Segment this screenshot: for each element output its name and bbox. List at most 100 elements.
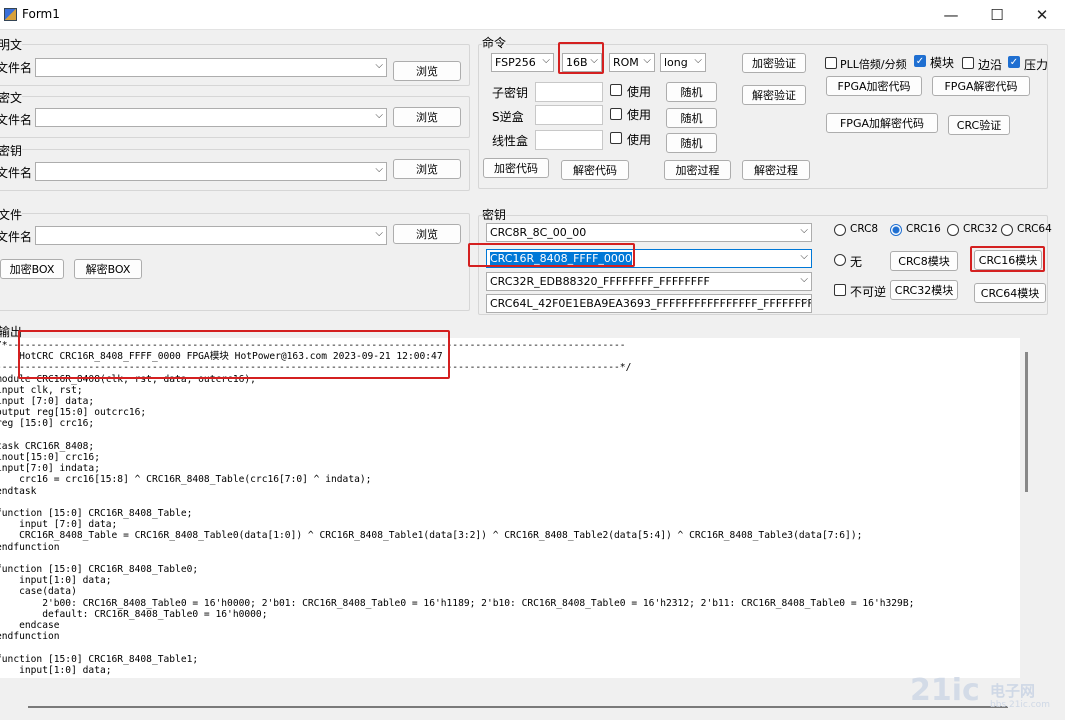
output-line: /*--------------------------------------… xyxy=(0,340,626,351)
decrypt-box-button[interactable]: 解密BOX xyxy=(74,259,142,279)
output-line: input[1:0] data; xyxy=(0,575,112,587)
output-line: 2'b00: CRC16R_8408_Table0 = 16'h0000; 2'… xyxy=(0,597,915,609)
subkey-use-checkbox[interactable] xyxy=(610,84,622,96)
output-line: input[1:0] data; xyxy=(0,664,112,676)
plain-file-combo[interactable]: ⌵ xyxy=(35,58,387,77)
crc32-select[interactable]: CRC32R_EDB88320_FFFFFFFF_FFFFFFFF ⌵ xyxy=(486,272,812,291)
keyfile-file-combo[interactable]: ⌵ xyxy=(35,162,387,181)
crc16-module-button[interactable]: CRC16模块 xyxy=(974,250,1042,270)
title-bar: Form1 — ☐ ✕ xyxy=(0,0,1065,30)
enc-proc-button[interactable]: 加密过程 xyxy=(664,160,731,180)
file-file-combo[interactable]: ⌵ xyxy=(35,226,387,245)
maximize-button[interactable]: ☐ xyxy=(974,0,1020,30)
size-select[interactable]: 16B ⌵ xyxy=(562,53,602,72)
fpga-enc-button[interactable]: FPGA加密代码 xyxy=(826,76,922,96)
len-select[interactable]: long ⌵ xyxy=(660,53,706,72)
output-line: function [15:0] CRC16R_8408_Table1; xyxy=(0,653,199,665)
cipher-file-combo[interactable]: ⌵ xyxy=(35,108,387,127)
crc64-radio[interactable] xyxy=(1001,224,1013,236)
crc16-radio-label: CRC16 xyxy=(906,223,941,235)
bottom-scrollbar[interactable] xyxy=(28,706,1008,708)
subkey-label: 子密钥 xyxy=(492,86,529,100)
crc8-value: CRC8R_8C_00_00 xyxy=(490,226,587,239)
keyfile-group-title: 密钥 xyxy=(0,142,23,159)
output-line: input[7:0] indata; xyxy=(0,463,100,475)
dec-code-button[interactable]: 解密代码 xyxy=(561,160,629,180)
output-line: input clk, rst; xyxy=(0,384,83,396)
crc-verify-button[interactable]: CRC验证 xyxy=(948,115,1010,135)
encrypt-box-button[interactable]: 加密BOX xyxy=(0,259,64,279)
mem-value: ROM xyxy=(613,56,639,69)
crc8-select[interactable]: CRC8R_8C_00_00 ⌵ xyxy=(486,223,812,242)
cipher-browse-button[interactable]: 浏览 xyxy=(393,107,461,127)
close-button[interactable]: ✕ xyxy=(1019,0,1065,30)
fpga-encdec-button[interactable]: FPGA加解密代码 xyxy=(826,113,938,133)
pressure-checkbox[interactable]: ✓ xyxy=(1008,56,1020,68)
mem-select[interactable]: ROM ⌵ xyxy=(609,53,655,72)
plain-group-title: 明文 xyxy=(0,36,23,53)
irreversible-checkbox[interactable] xyxy=(834,284,846,296)
plain-browse-button[interactable]: 浏览 xyxy=(393,61,461,81)
algo-select[interactable]: FSP256 ⌵ xyxy=(491,53,554,72)
sbox-random-button[interactable]: 随机 xyxy=(666,108,717,128)
window-title: Form1 xyxy=(22,7,60,21)
crc16-value: CRC16R_8408_FFFF_0000 xyxy=(490,252,632,265)
output-textbox[interactable]: /*--------------------------------------… xyxy=(0,338,1020,678)
subkey-random-button[interactable]: 随机 xyxy=(666,82,717,102)
chevron-down-icon: ⌵ xyxy=(375,110,383,121)
output-line: CRC16R_8408_Table = CRC16R_8408_Table0(d… xyxy=(0,530,863,542)
edge-checkbox[interactable] xyxy=(962,57,974,69)
output-line: endfunction xyxy=(0,541,60,553)
cipher-group-title: 密文 xyxy=(0,89,23,106)
pll-label: PLL倍频/分频 xyxy=(840,58,907,71)
linbox-random-button[interactable]: 随机 xyxy=(666,133,717,153)
module-checkbox[interactable]: ✓ xyxy=(914,55,926,67)
sbox-use-checkbox[interactable] xyxy=(610,108,622,120)
chevron-down-icon: ⌵ xyxy=(800,296,808,307)
output-line: input [7:0] data; xyxy=(0,519,118,531)
chevron-down-icon: ⌵ xyxy=(375,164,383,175)
subkey-use-label: 使用 xyxy=(627,85,652,99)
output-line: reg [15:0] crc16; xyxy=(0,418,95,430)
crc8-module-button[interactable]: CRC8模块 xyxy=(890,251,958,271)
output-scrollbar[interactable] xyxy=(1025,352,1028,492)
output-line: input [7:0] data; xyxy=(0,396,95,408)
crc32-module-button[interactable]: CRC32模块 xyxy=(890,280,958,300)
cipher-file-label: 文件名 xyxy=(0,113,33,127)
crc16-radio[interactable] xyxy=(890,224,902,236)
output-line: endtask xyxy=(0,485,37,497)
keyfile-browse-button[interactable]: 浏览 xyxy=(393,159,461,179)
output-line: HotCRC CRC16R_8408_FFFF_0000 FPGA模块 HotP… xyxy=(0,351,443,363)
linbox-input[interactable] xyxy=(535,130,603,150)
dec-verify-button[interactable]: 解密验证 xyxy=(742,85,806,105)
crc64-value: CRC64L_42F0E1EBA9EA3693_FFFFFFFFFFFFFFFF… xyxy=(490,297,811,310)
key-group-title: 密钥 xyxy=(482,206,507,223)
crc64-module-button[interactable]: CRC64模块 xyxy=(974,283,1046,303)
crc16-select[interactable]: CRC16R_8408_FFFF_0000 ⌵ xyxy=(486,249,812,268)
enc-code-button[interactable]: 加密代码 xyxy=(483,158,549,178)
file-browse-button[interactable]: 浏览 xyxy=(393,224,461,244)
plain-file-label: 文件名 xyxy=(0,61,33,75)
file-file-label: 文件名 xyxy=(0,230,33,244)
enc-verify-button[interactable]: 加密验证 xyxy=(742,53,806,73)
file-group-title: 文件 xyxy=(0,206,23,223)
crc32-radio[interactable] xyxy=(947,224,959,236)
output-line: function [15:0] CRC16R_8408_Table; xyxy=(0,508,193,520)
fpga-dec-button[interactable]: FPGA解密代码 xyxy=(932,76,1030,96)
output-line: endfunction xyxy=(0,631,60,643)
linbox-use-checkbox[interactable] xyxy=(610,132,622,144)
chevron-down-icon: ⌵ xyxy=(590,55,598,66)
chevron-down-icon: ⌵ xyxy=(375,60,383,71)
output-line: output reg[15:0] outcrc16; xyxy=(0,407,147,419)
pressure-label: 压力 xyxy=(1024,58,1049,72)
crc8-radio[interactable] xyxy=(834,224,846,236)
output-line: task CRC16R_8408; xyxy=(0,440,95,452)
sbox-input[interactable] xyxy=(535,105,603,125)
minimize-button[interactable]: — xyxy=(928,0,974,30)
pll-checkbox[interactable] xyxy=(825,57,837,69)
crc64-select[interactable]: CRC64L_42F0E1EBA9EA3693_FFFFFFFFFFFFFFFF… xyxy=(486,294,812,313)
none-radio[interactable] xyxy=(834,254,846,266)
dec-proc-button[interactable]: 解密过程 xyxy=(742,160,810,180)
subkey-input[interactable] xyxy=(535,82,603,102)
